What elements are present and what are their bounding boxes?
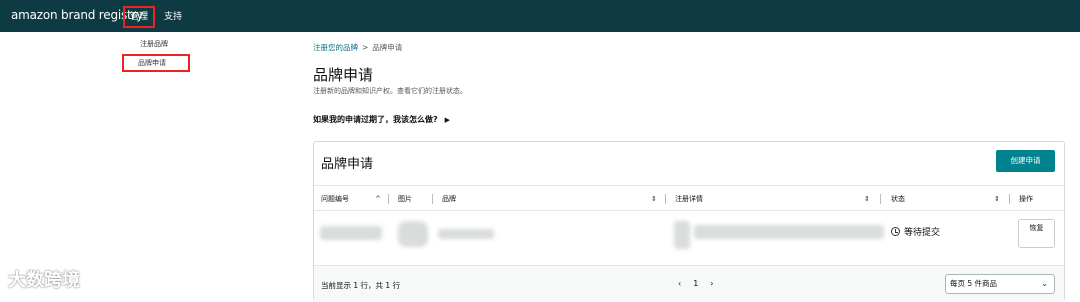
brand-image-redacted: [398, 221, 428, 247]
faq-label: 如果我的申请过期了，我该怎么做?: [313, 115, 438, 124]
nav-support[interactable]: 支持: [160, 7, 186, 27]
column-divider: [665, 194, 666, 204]
breadcrumb: 注册您的品牌 > 品牌申请: [313, 42, 402, 53]
brand-name-redacted: [438, 229, 494, 239]
table-header: 问题编号 ^ 图片 品牌 ⇕ 注册详情 ⇕ 状态 ⇕ 操作: [314, 185, 1064, 211]
table-row: 等待提交 恢复: [314, 211, 1064, 266]
restore-button[interactable]: 恢复: [1018, 219, 1055, 248]
watermark: 大数跨境: [8, 270, 80, 291]
nav-manage[interactable]: 管理: [123, 6, 155, 28]
sort-toggle-icon[interactable]: ⇕: [994, 186, 1000, 212]
menu-item-register-brand[interactable]: 注册品牌: [124, 35, 194, 53]
top-navigation-bar: amazon brand registry 管理 支持: [0, 0, 1080, 32]
column-divider: [1009, 194, 1010, 204]
column-divider: [880, 194, 881, 204]
page-title: 品牌申请: [313, 66, 374, 84]
brand-applications-card: 品牌申请 创建申请 问题编号 ^ 图片 品牌 ⇕ 注册详情 ⇕ 状态 ⇕ 操作 等待提交…: [313, 141, 1065, 302]
breadcrumb-current: 品牌申请: [372, 43, 403, 52]
column-header-brand[interactable]: 品牌 ⇕: [442, 186, 657, 212]
manage-dropdown-menu: 注册品牌 品牌申请: [122, 32, 194, 78]
row-count-text: 当前显示 1 行，共 1 行: [321, 281, 401, 290]
details-icon-redacted: [674, 221, 690, 249]
table-footer: 当前显示 1 行，共 1 行 ‹ 1 › 每页 5 件商品 ⌄: [314, 266, 1064, 302]
column-header-image: 图片: [398, 195, 412, 203]
pagination: ‹ 1 ›: [672, 279, 720, 288]
breadcrumb-register-brand-link[interactable]: 注册您的品牌: [313, 43, 358, 52]
status-badge: 等待提交: [891, 225, 940, 238]
sort-toggle-icon[interactable]: ⇕: [651, 186, 657, 212]
menu-item-brand-applications[interactable]: 品牌申请: [122, 54, 190, 72]
column-header-registration-details[interactable]: 注册详情 ⇕: [675, 186, 870, 212]
chevron-right-icon[interactable]: ›: [710, 279, 713, 288]
current-page-number[interactable]: 1: [693, 279, 698, 288]
case-id-redacted: [320, 226, 382, 240]
card-title: 品牌申请: [321, 157, 374, 172]
chevron-down-icon: ⌄: [1041, 279, 1048, 288]
create-application-button[interactable]: 创建申请: [996, 150, 1055, 172]
items-per-page-select[interactable]: 每页 5 件商品 ⌄: [945, 274, 1055, 294]
sort-up-icon[interactable]: ^: [375, 186, 381, 212]
column-header-case-id[interactable]: 问题编号 ^: [321, 186, 381, 212]
faq-expired-application[interactable]: 如果我的申请过期了，我该怎么做? ▶: [313, 114, 450, 125]
registration-details-redacted: [694, 225, 884, 239]
chevron-left-icon[interactable]: ‹: [678, 279, 681, 288]
column-header-actions: 操作: [1019, 195, 1033, 203]
column-divider: [388, 194, 389, 204]
clock-icon: [891, 227, 900, 236]
column-header-status[interactable]: 状态 ⇕: [891, 186, 1000, 212]
breadcrumb-separator: >: [362, 43, 369, 52]
caret-right-icon: ▶: [444, 116, 451, 124]
sort-toggle-icon[interactable]: ⇕: [864, 186, 870, 212]
page-subtitle: 注册新的品牌和知识产权。查看它们的注册状态。: [313, 87, 467, 95]
column-divider: [432, 194, 433, 204]
